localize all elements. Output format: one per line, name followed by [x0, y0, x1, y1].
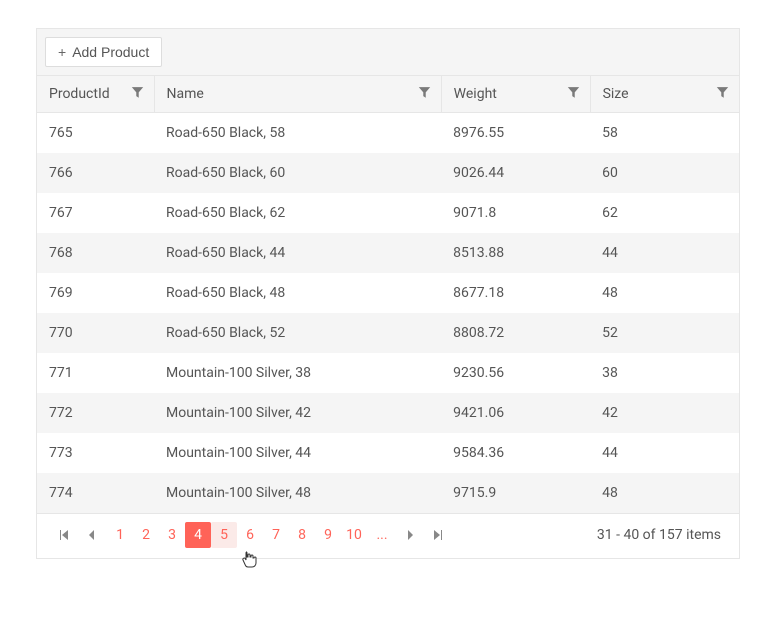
table-row[interactable]: 769Road-650 Black, 488677.1848 [37, 273, 739, 313]
cell-name: Road-650 Black, 48 [154, 273, 441, 313]
cell-size: 42 [590, 393, 739, 433]
cell-weight: 9715.9 [441, 473, 590, 513]
filter-icon[interactable] [131, 86, 144, 103]
pager-page-5[interactable]: 5 [211, 522, 237, 548]
add-product-button[interactable]: + Add Product [45, 37, 162, 67]
data-grid: + Add Product ProductId Name [36, 28, 740, 559]
header-label: Weight [454, 86, 497, 102]
header-row: ProductId Name Weight [37, 76, 739, 113]
table-row[interactable]: 765Road-650 Black, 588976.5558 [37, 113, 739, 154]
cell-name: Road-650 Black, 44 [154, 233, 441, 273]
filter-icon[interactable] [418, 86, 431, 103]
prev-page-button[interactable] [79, 522, 105, 548]
cell-productid: 766 [37, 153, 154, 193]
filter-icon[interactable] [567, 86, 580, 103]
cell-name: Mountain-100 Silver, 44 [154, 433, 441, 473]
cell-weight: 8976.55 [441, 113, 590, 154]
cell-weight: 9026.44 [441, 153, 590, 193]
cell-productid: 768 [37, 233, 154, 273]
first-page-button[interactable] [51, 522, 77, 548]
cell-name: Road-650 Black, 62 [154, 193, 441, 233]
cell-size: 44 [590, 233, 739, 273]
cell-size: 38 [590, 353, 739, 393]
header-label: ProductId [49, 86, 110, 102]
table-row[interactable]: 768Road-650 Black, 448513.8844 [37, 233, 739, 273]
last-page-button[interactable] [425, 522, 451, 548]
cell-weight: 8513.88 [441, 233, 590, 273]
cell-weight: 9071.8 [441, 193, 590, 233]
cell-weight: 9584.36 [441, 433, 590, 473]
cell-name: Mountain-100 Silver, 48 [154, 473, 441, 513]
cell-name: Mountain-100 Silver, 38 [154, 353, 441, 393]
cell-size: 60 [590, 153, 739, 193]
pager-page-6[interactable]: 6 [237, 522, 263, 548]
pager-page-1[interactable]: 1 [107, 522, 133, 548]
pager: 12345678910 ... 31 - 40 of 157 items [37, 513, 739, 558]
header-label: Name [167, 86, 204, 102]
cell-name: Mountain-100 Silver, 42 [154, 393, 441, 433]
cell-weight: 8677.18 [441, 273, 590, 313]
header-size[interactable]: Size [590, 76, 739, 113]
pager-page-7[interactable]: 7 [263, 522, 289, 548]
pager-page-4[interactable]: 4 [185, 522, 211, 548]
cell-productid: 772 [37, 393, 154, 433]
pager-page-10[interactable]: 10 [341, 522, 367, 548]
cell-size: 58 [590, 113, 739, 154]
pager-page-8[interactable]: 8 [289, 522, 315, 548]
grid-table: ProductId Name Weight [37, 75, 739, 513]
cell-size: 48 [590, 473, 739, 513]
cell-productid: 773 [37, 433, 154, 473]
header-weight[interactable]: Weight [441, 76, 590, 113]
cell-name: Road-650 Black, 58 [154, 113, 441, 154]
cell-productid: 771 [37, 353, 154, 393]
table-row[interactable]: 766Road-650 Black, 609026.4460 [37, 153, 739, 193]
pager-nav: 12345678910 ... [51, 522, 451, 548]
cell-productid: 770 [37, 313, 154, 353]
table-row[interactable]: 774Mountain-100 Silver, 489715.948 [37, 473, 739, 513]
table-row[interactable]: 772Mountain-100 Silver, 429421.0642 [37, 393, 739, 433]
add-product-label: Add Product [72, 44, 149, 60]
cell-productid: 767 [37, 193, 154, 233]
filter-icon[interactable] [716, 86, 729, 103]
table-row[interactable]: 771Mountain-100 Silver, 389230.5638 [37, 353, 739, 393]
table-row[interactable]: 770Road-650 Black, 528808.7252 [37, 313, 739, 353]
pager-page-2[interactable]: 2 [133, 522, 159, 548]
next-page-button[interactable] [397, 522, 423, 548]
cell-size: 44 [590, 433, 739, 473]
cell-name: Road-650 Black, 52 [154, 313, 441, 353]
cell-weight: 8808.72 [441, 313, 590, 353]
cell-size: 48 [590, 273, 739, 313]
cell-productid: 765 [37, 113, 154, 154]
cell-name: Road-650 Black, 60 [154, 153, 441, 193]
cell-size: 62 [590, 193, 739, 233]
cell-productid: 774 [37, 473, 154, 513]
cell-size: 52 [590, 313, 739, 353]
header-name[interactable]: Name [154, 76, 441, 113]
table-row[interactable]: 773Mountain-100 Silver, 449584.3644 [37, 433, 739, 473]
pager-info: 31 - 40 of 157 items [597, 527, 725, 543]
plus-icon: + [58, 44, 66, 60]
header-label: Size [603, 86, 629, 102]
pager-page-3[interactable]: 3 [159, 522, 185, 548]
table-row[interactable]: 767Road-650 Black, 629071.862 [37, 193, 739, 233]
cell-weight: 9230.56 [441, 353, 590, 393]
pager-page-9[interactable]: 9 [315, 522, 341, 548]
header-productid[interactable]: ProductId [37, 76, 154, 113]
cell-weight: 9421.06 [441, 393, 590, 433]
grid-toolbar: + Add Product [37, 29, 739, 75]
cell-productid: 769 [37, 273, 154, 313]
pager-ellipsis[interactable]: ... [369, 522, 395, 548]
